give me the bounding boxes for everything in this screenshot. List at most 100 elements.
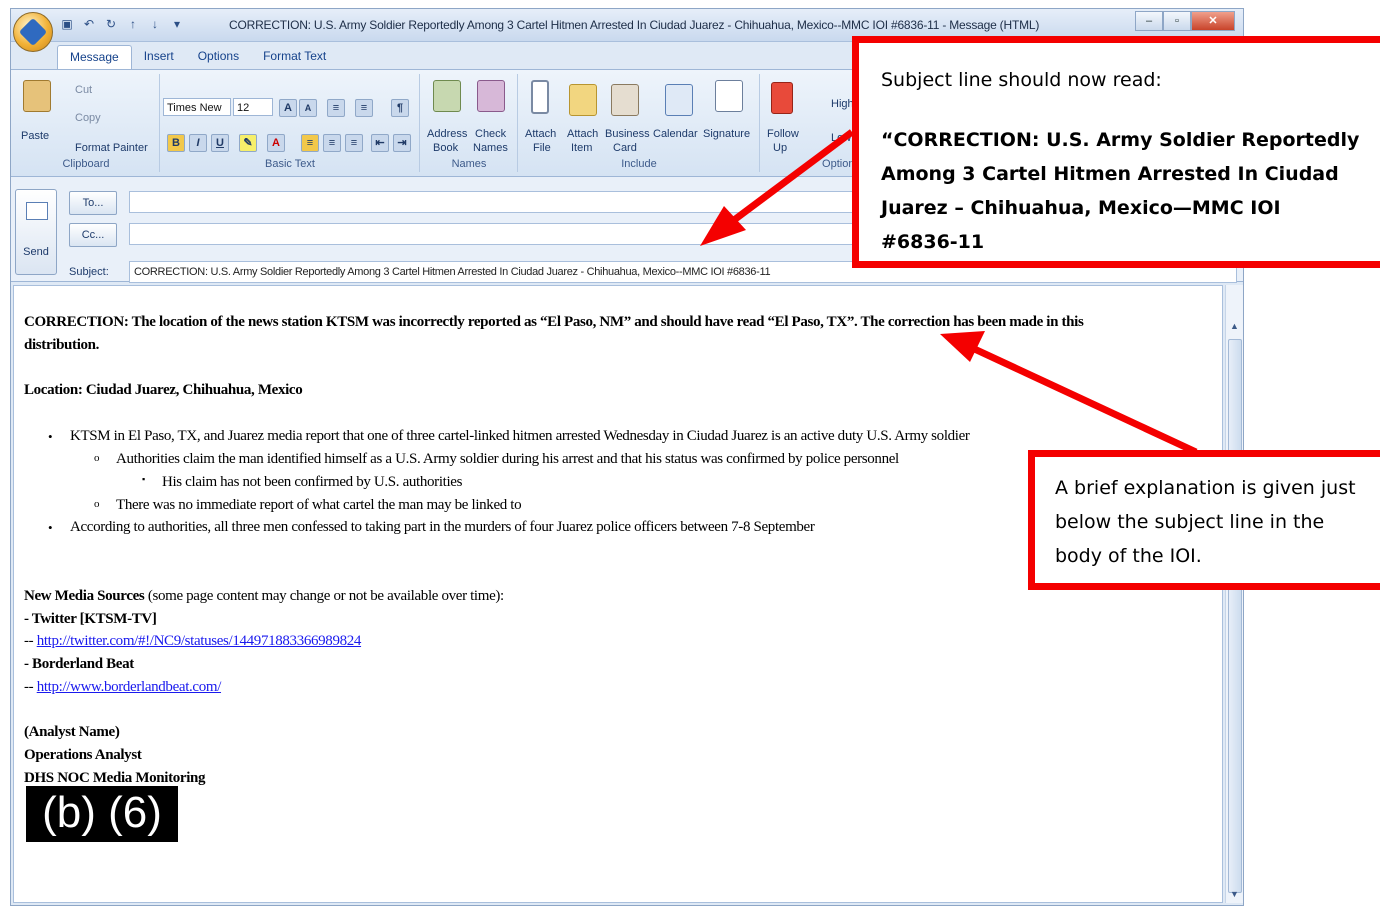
- names-group-label: Names: [451, 158, 487, 170]
- bullet-1: KTSM in El Paso, TX, and Juarez media re…: [70, 428, 970, 444]
- address-book-icon[interactable]: [433, 80, 461, 112]
- cc-button[interactable]: Cc...: [69, 223, 117, 247]
- attach-item-label-2[interactable]: Item: [571, 142, 592, 154]
- business-card-icon[interactable]: [611, 84, 639, 116]
- redo-icon[interactable]: ↻: [103, 17, 119, 31]
- check-names-label-1[interactable]: Check: [475, 128, 506, 140]
- font-name-combo[interactable]: Times New: [163, 98, 231, 116]
- source-2-name: - Borderland Beat: [24, 656, 134, 672]
- callout-intro: Subject line should now read:: [881, 69, 1162, 91]
- circle-bullet-icon: o: [94, 452, 100, 464]
- bold-icon[interactable]: B: [167, 134, 185, 152]
- sub-sub-bullet-1: His claim has not been confirmed by U.S.…: [162, 474, 463, 490]
- send-label: Send: [23, 246, 49, 258]
- check-names-icon[interactable]: [477, 80, 505, 112]
- align-right-icon[interactable]: ≡: [345, 134, 363, 152]
- signature-name: (Analyst Name): [24, 724, 120, 740]
- send-button[interactable]: Send: [15, 189, 57, 275]
- include-group: Attach File Attach Item Business Card Ca…: [519, 74, 760, 172]
- cut-button[interactable]: Cut: [75, 84, 92, 96]
- basic-text-group-label: Basic Text: [265, 158, 315, 170]
- paste-icon[interactable]: [23, 80, 51, 112]
- bullet-2: According to authorities, all three men …: [70, 519, 815, 535]
- quick-access-toolbar: ▣ ↶ ↻ ↑ ↓ ▾: [59, 17, 185, 31]
- undo-icon[interactable]: ↶: [81, 17, 97, 31]
- scroll-down-arrow-icon[interactable]: ▼: [1230, 889, 1239, 899]
- maximize-button[interactable]: ▫: [1163, 11, 1191, 31]
- customize-toolbar-icon[interactable]: ▾: [169, 17, 185, 31]
- address-book-label-2[interactable]: Book: [433, 142, 458, 154]
- high-importance-button[interactable]: High: [831, 98, 854, 110]
- low-importance-button[interactable]: Low: [831, 132, 851, 144]
- follow-up-label-2[interactable]: Up: [773, 142, 787, 154]
- business-card-label-1[interactable]: Business: [605, 128, 650, 140]
- message-body[interactable]: CORRECTION: The location of the news sta…: [13, 285, 1223, 903]
- tab-message[interactable]: Message: [57, 45, 132, 72]
- window-controls: – ▫ ✕: [1135, 11, 1235, 31]
- source-1-row: -- http://twitter.com/#!/NC9/statuses/14…: [24, 633, 361, 650]
- callout-corrected-subject: “CORRECTION: U.S. Army Soldier Reportedl…: [881, 129, 1360, 253]
- attach-item-label-1[interactable]: Attach: [567, 128, 598, 140]
- sources-heading-bold: New Media Sources: [24, 588, 145, 604]
- save-icon[interactable]: ▣: [59, 17, 75, 31]
- grow-font-icon[interactable]: A: [279, 99, 297, 117]
- styles-icon[interactable]: ¶: [391, 99, 409, 117]
- minimize-button[interactable]: –: [1135, 11, 1163, 31]
- clipboard-group: Paste Cut Copy Format Painter Clipboard: [13, 74, 160, 172]
- to-button[interactable]: To...: [69, 191, 117, 215]
- tab-format-text[interactable]: Format Text: [251, 45, 338, 71]
- attach-item-icon[interactable]: [569, 84, 597, 116]
- attach-file-label-2[interactable]: File: [533, 142, 551, 154]
- source-2-prefix: --: [24, 679, 37, 695]
- italic-icon[interactable]: I: [189, 134, 207, 152]
- sources-heading-note: (some page content may change or not be …: [144, 588, 504, 604]
- down-arrow-icon[interactable]: ↓: [147, 17, 163, 31]
- callout-explanation-text: A brief explanation is given just below …: [1055, 477, 1356, 567]
- numbering-icon[interactable]: ≡: [355, 99, 373, 117]
- paste-button[interactable]: Paste: [21, 130, 49, 142]
- bullets-icon[interactable]: ≡: [327, 99, 345, 117]
- tab-insert[interactable]: Insert: [132, 45, 186, 71]
- signature-label[interactable]: Signature: [703, 128, 750, 140]
- attach-file-icon[interactable]: [531, 80, 549, 114]
- format-painter-button[interactable]: Format Painter: [75, 142, 148, 154]
- scroll-thumb[interactable]: [1228, 339, 1242, 893]
- scroll-up-arrow-icon[interactable]: ▲: [1230, 321, 1239, 331]
- shrink-font-icon[interactable]: A: [299, 99, 317, 117]
- redaction-box: (b) (6): [26, 786, 178, 842]
- basic-text-group: Times New 12 A A ≡ ≡ ¶ B I U ✎ A ≡ ≡ ≡ ⇤…: [161, 74, 420, 172]
- underline-icon[interactable]: U: [211, 134, 229, 152]
- up-arrow-icon[interactable]: ↑: [125, 17, 141, 31]
- bullet-dot-icon: •: [48, 520, 53, 535]
- vertical-scrollbar[interactable]: ▲ ▼: [1225, 285, 1243, 903]
- check-names-label-2[interactable]: Names: [473, 142, 508, 154]
- borderland-beat-link[interactable]: http://www.borderlandbeat.com/: [37, 679, 222, 695]
- follow-up-flag-icon[interactable]: [771, 82, 793, 114]
- decrease-indent-icon[interactable]: ⇤: [371, 134, 389, 152]
- increase-indent-icon[interactable]: ⇥: [393, 134, 411, 152]
- tab-options[interactable]: Options: [186, 45, 251, 71]
- align-left-icon[interactable]: ≡: [301, 134, 319, 152]
- font-size-combo[interactable]: 12: [233, 98, 273, 116]
- window-title: CORRECTION: U.S. Army Soldier Reportedly…: [229, 18, 1040, 32]
- font-color-icon[interactable]: A: [267, 134, 285, 152]
- office-button[interactable]: [13, 12, 53, 52]
- follow-up-label-1[interactable]: Follow: [767, 128, 799, 140]
- correction-line-1: CORRECTION: The location of the news sta…: [24, 314, 1084, 330]
- business-card-label-2[interactable]: Card: [613, 142, 637, 154]
- copy-button[interactable]: Copy: [75, 112, 101, 124]
- signature-icon[interactable]: [715, 80, 743, 112]
- address-book-label-1[interactable]: Address: [427, 128, 467, 140]
- bullet-dot-icon: •: [48, 429, 53, 444]
- location-line: Location: Ciudad Juarez, Chihuahua, Mexi…: [24, 382, 303, 398]
- calendar-label[interactable]: Calendar: [653, 128, 698, 140]
- highlight-icon[interactable]: ✎: [239, 134, 257, 152]
- circle-bullet-icon: o: [94, 498, 100, 510]
- calendar-icon[interactable]: [665, 84, 693, 116]
- align-center-icon[interactable]: ≡: [323, 134, 341, 152]
- subject-line-callout: Subject line should now read: “CORRECTIO…: [852, 36, 1380, 268]
- attach-file-label-1[interactable]: Attach: [525, 128, 556, 140]
- sources-heading: New Media Sources (some page content may…: [24, 588, 504, 605]
- twitter-link[interactable]: http://twitter.com/#!/NC9/statuses/14497…: [37, 633, 362, 649]
- close-button[interactable]: ✕: [1191, 11, 1235, 31]
